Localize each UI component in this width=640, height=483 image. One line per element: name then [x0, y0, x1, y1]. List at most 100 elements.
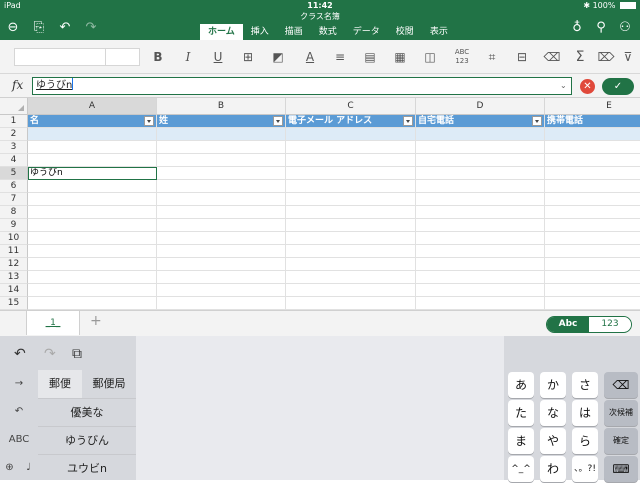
font-name-box[interactable]	[14, 48, 106, 66]
tab-insert[interactable]: 挿入	[243, 24, 277, 40]
table-cell[interactable]	[286, 271, 416, 284]
table-header-cell[interactable]: 電子メール アドレス	[286, 115, 416, 128]
table-cell[interactable]	[545, 232, 640, 245]
key-ha[interactable]: は	[572, 400, 598, 426]
row-header[interactable]: 7	[0, 193, 28, 206]
table-cell[interactable]	[28, 271, 157, 284]
key-ta[interactable]: た	[508, 400, 534, 426]
redo-icon[interactable]: ↷	[82, 19, 100, 37]
table-cell[interactable]	[157, 141, 286, 154]
search-icon[interactable]: ⚲	[592, 19, 610, 37]
redo-icon[interactable]: ↷	[44, 346, 56, 362]
candidate-item[interactable]: 郵便局	[82, 370, 136, 398]
active-cell[interactable]: ゆうびn	[28, 167, 157, 180]
fill-color-icon[interactable]: ◩	[268, 48, 288, 66]
table-cell[interactable]	[545, 167, 640, 180]
column-header-a[interactable]: A	[28, 98, 157, 115]
underline-button[interactable]: U	[208, 48, 228, 66]
tab-formulas[interactable]: 数式	[311, 24, 345, 40]
table-cell[interactable]	[545, 141, 640, 154]
table-cell[interactable]	[416, 167, 545, 180]
table-cell[interactable]	[416, 271, 545, 284]
row-header[interactable]: 8	[0, 206, 28, 219]
table-cell[interactable]	[545, 271, 640, 284]
table-cell[interactable]	[416, 232, 545, 245]
row-header[interactable]: 3	[0, 141, 28, 154]
table-cell[interactable]	[416, 193, 545, 206]
table-cell[interactable]	[416, 297, 545, 310]
filter-dropdown-icon[interactable]	[403, 116, 413, 126]
table-cell[interactable]	[157, 193, 286, 206]
add-sheet-button[interactable]: +	[90, 313, 102, 329]
table-cell[interactable]	[545, 128, 640, 141]
table-cell[interactable]	[545, 180, 640, 193]
table-cell[interactable]	[286, 128, 416, 141]
wrap-icon[interactable]: ▤	[360, 48, 380, 66]
row-header[interactable]: 1	[0, 115, 28, 128]
filter-dropdown-icon[interactable]	[144, 116, 154, 126]
table-header-cell[interactable]: 自宅電話	[416, 115, 545, 128]
row-header[interactable]: 14	[0, 284, 28, 297]
table-cell[interactable]	[157, 219, 286, 232]
eraser-icon[interactable]: ⌦	[596, 48, 616, 66]
table-cell[interactable]	[286, 206, 416, 219]
lightbulb-icon[interactable]: ♁	[568, 19, 586, 37]
hide-keyboard-icon[interactable]: ⌨	[604, 456, 638, 482]
row-header[interactable]: 9	[0, 219, 28, 232]
row-header[interactable]: 6	[0, 180, 28, 193]
table-cell[interactable]	[286, 180, 416, 193]
abc-mode-button[interactable]: ABC	[0, 426, 38, 454]
file-icon[interactable]: ⎘	[30, 19, 48, 37]
confirm-key[interactable]: 確定	[604, 428, 638, 454]
row-header[interactable]: 13	[0, 271, 28, 284]
table-header-cell[interactable]: 携帯電話	[545, 115, 640, 128]
tab-view[interactable]: 表示	[422, 24, 456, 40]
confirm-button[interactable]: ✓	[602, 78, 634, 95]
table-cell[interactable]	[28, 180, 157, 193]
chevron-down-icon[interactable]: ⌄	[560, 81, 567, 90]
row-header[interactable]: 4	[0, 154, 28, 167]
globe-icon[interactable]: ⊕	[0, 454, 19, 482]
table-cell[interactable]	[28, 258, 157, 271]
key-punctuation[interactable]: 、。?!	[572, 456, 598, 482]
italic-button[interactable]: I	[178, 48, 198, 66]
select-all-corner[interactable]	[0, 98, 28, 115]
table-cell[interactable]	[157, 297, 286, 310]
filter-dropdown-icon[interactable]	[273, 116, 283, 126]
clear-icon[interactable]: ⌫	[542, 48, 562, 66]
share-icon[interactable]: ⚇	[616, 19, 634, 37]
next-candidate-button[interactable]: 次候補	[604, 400, 638, 426]
tab-review[interactable]: 校閲	[388, 24, 422, 40]
table-cell[interactable]	[416, 219, 545, 232]
table-cell[interactable]	[157, 284, 286, 297]
table-cell[interactable]	[416, 141, 545, 154]
candidate-item[interactable]: ゆうびん	[38, 426, 136, 454]
number-format-button[interactable]: 123	[589, 317, 631, 332]
crop-icon[interactable]: ⌗	[482, 48, 502, 66]
table-cell[interactable]	[157, 271, 286, 284]
key-sa[interactable]: さ	[572, 372, 598, 398]
table-cell[interactable]	[28, 297, 157, 310]
table-cell[interactable]	[545, 219, 640, 232]
filter-dropdown-icon[interactable]	[532, 116, 542, 126]
cancel-button[interactable]: ✕	[580, 79, 595, 94]
font-size-box[interactable]	[106, 48, 140, 66]
row-header[interactable]: 11	[0, 245, 28, 258]
table-cell[interactable]	[286, 154, 416, 167]
row-header[interactable]: 5	[0, 167, 28, 180]
backspace-icon[interactable]: ⌫	[604, 372, 638, 398]
table-cell[interactable]	[286, 258, 416, 271]
tab-draw[interactable]: 描画	[277, 24, 311, 40]
cell-style-icon[interactable]: ▦	[390, 48, 410, 66]
sheet-tab[interactable]: _1_	[26, 311, 80, 335]
table-cell[interactable]	[545, 297, 640, 310]
insert-cells-icon[interactable]: ⊟	[512, 48, 532, 66]
table-cell[interactable]	[545, 193, 640, 206]
format-toggle[interactable]: Abc 123	[546, 316, 632, 333]
undo-icon[interactable]: ↶	[56, 19, 74, 37]
autosum-button[interactable]: Σ	[570, 48, 590, 66]
tab-home[interactable]: ホーム	[200, 24, 243, 40]
table-cell[interactable]	[286, 141, 416, 154]
table-cell[interactable]	[28, 193, 157, 206]
table-cell[interactable]	[286, 297, 416, 310]
